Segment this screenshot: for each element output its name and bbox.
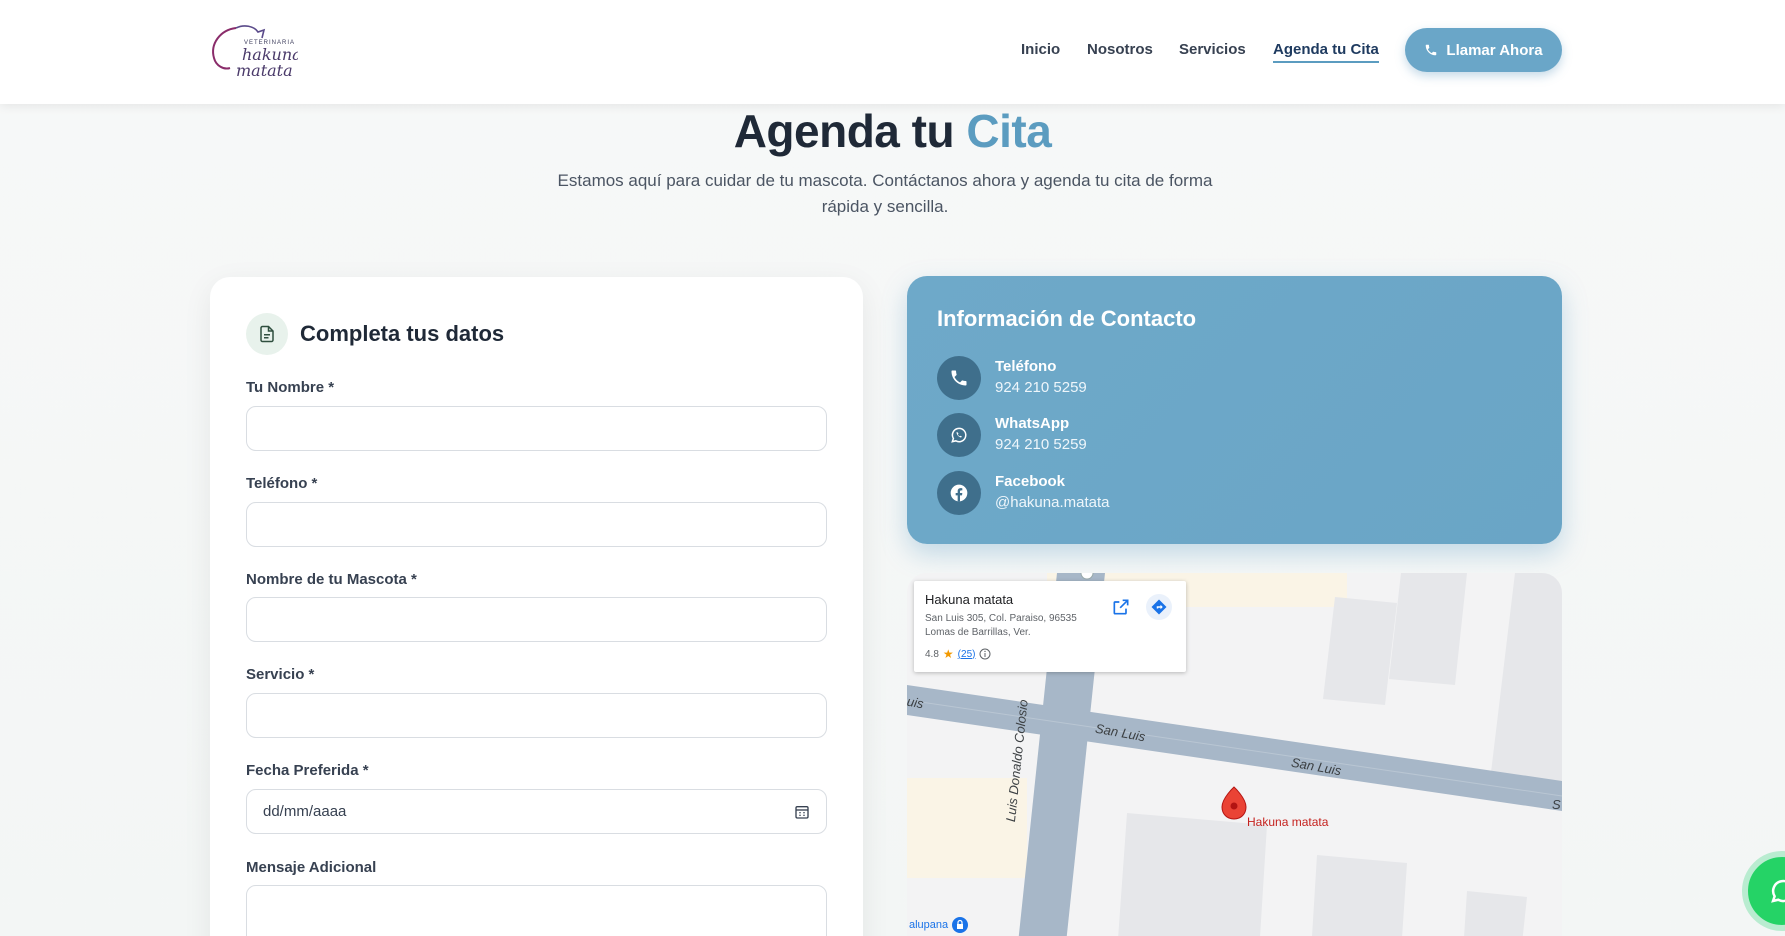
lock-icon <box>952 917 969 933</box>
whatsapp-icon <box>1771 879 1785 903</box>
message-textarea[interactable] <box>246 885 827 936</box>
contact-facebook-label: Facebook <box>995 473 1066 490</box>
logo-icon: VETERINARIA hakuna matata <box>212 25 302 80</box>
call-now-button[interactable]: Llamar Ahora <box>1405 28 1562 72</box>
page-subtitle: Estamos aquí para cuidar de tu mascota. … <box>557 171 1213 216</box>
site-header: VETERINARIA hakuna matata Inicio Nosotro… <box>0 0 1785 104</box>
svg-text:matata: matata <box>236 61 293 80</box>
nav-servicios[interactable]: Servicios <box>1179 41 1246 58</box>
contact-phone-value: 924 210 5259 <box>995 379 1087 396</box>
pet-name-input[interactable] <box>246 597 827 642</box>
contact-phone-label: Teléfono <box>995 358 1057 375</box>
place-rating: 4.8 ★ (25) <box>925 647 991 661</box>
call-now-label: Llamar Ahora <box>1446 41 1543 59</box>
contact-whatsapp-value: 924 210 5259 <box>995 436 1087 453</box>
nav-agenda[interactable]: Agenda tu Cita <box>1273 41 1379 63</box>
contact-info-card: Información de Contacto Teléfono 924 210… <box>907 276 1562 544</box>
place-name: Hakuna matata <box>925 592 1014 607</box>
nav-inicio[interactable]: Inicio <box>1021 41 1060 58</box>
street-label: uis <box>907 693 925 712</box>
whatsapp-float-button[interactable] <box>1742 851 1785 931</box>
open-external-icon[interactable] <box>1111 597 1131 617</box>
date-value: dd/mm/aaaa <box>263 803 347 820</box>
form-title: Completa tus datos <box>300 321 505 346</box>
phone-label: Teléfono * <box>246 475 318 492</box>
name-input[interactable] <box>246 406 827 451</box>
place-address: San Luis 305, Col. Paraiso, 96535 Lomas … <box>925 613 1077 638</box>
message-label: Mensaje Adicional <box>246 859 377 876</box>
logo[interactable]: VETERINARIA hakuna matata <box>206 20 302 80</box>
title-main: Agenda tu <box>733 105 955 157</box>
phone-input[interactable] <box>246 502 827 547</box>
info-icon[interactable] <box>979 648 991 660</box>
title-accent: Cita <box>966 105 1052 157</box>
contact-facebook[interactable]: Facebook @hakuna.matata <box>937 471 1109 515</box>
location-map[interactable]: San Luis San Luis Luis Donaldo Colosio u… <box>907 573 1562 936</box>
contact-facebook-value: @hakuna.matata <box>995 494 1110 511</box>
street-label: S <box>1552 797 1561 812</box>
reviews-link[interactable]: (25) <box>958 649 976 660</box>
appointment-form: Completa tus datos Tu Nombre * Teléfono … <box>210 277 863 936</box>
poi-label: alupana <box>909 919 949 931</box>
star-icon: ★ <box>942 647 954 661</box>
name-label: Tu Nombre * <box>246 379 335 396</box>
service-select[interactable] <box>246 693 827 738</box>
contact-phone[interactable]: Teléfono 924 210 5259 <box>937 356 1087 400</box>
calendar-icon[interactable] <box>794 804 810 820</box>
form-header: Completa tus datos <box>246 313 504 355</box>
page-title: Agenda tu Cita <box>0 104 1785 158</box>
nav-nosotros[interactable]: Nosotros <box>1087 41 1153 58</box>
map-place-card: Hakuna matata San Luis 305, Col. Paraiso… <box>914 581 1186 672</box>
pet-name-label: Nombre de tu Mascota * <box>246 571 417 588</box>
rating-value: 4.8 <box>925 648 939 660</box>
directions-icon[interactable] <box>1146 594 1172 620</box>
facebook-icon <box>937 471 981 515</box>
phone-icon <box>937 356 981 400</box>
date-input[interactable]: dd/mm/aaaa <box>246 789 827 834</box>
service-label: Servicio * <box>246 666 315 683</box>
map-pin-label[interactable]: Hakuna matata <box>1247 815 1328 829</box>
document-icon <box>246 313 288 355</box>
date-label: Fecha Preferida * <box>246 762 369 779</box>
whatsapp-icon <box>937 413 981 457</box>
contact-whatsapp-label: WhatsApp <box>995 415 1070 432</box>
map-poi[interactable]: alupana <box>909 917 969 933</box>
phone-icon <box>1426 44 1437 56</box>
contact-title: Información de Contacto <box>937 306 1197 331</box>
contact-whatsapp[interactable]: WhatsApp 924 210 5259 <box>937 413 1087 457</box>
